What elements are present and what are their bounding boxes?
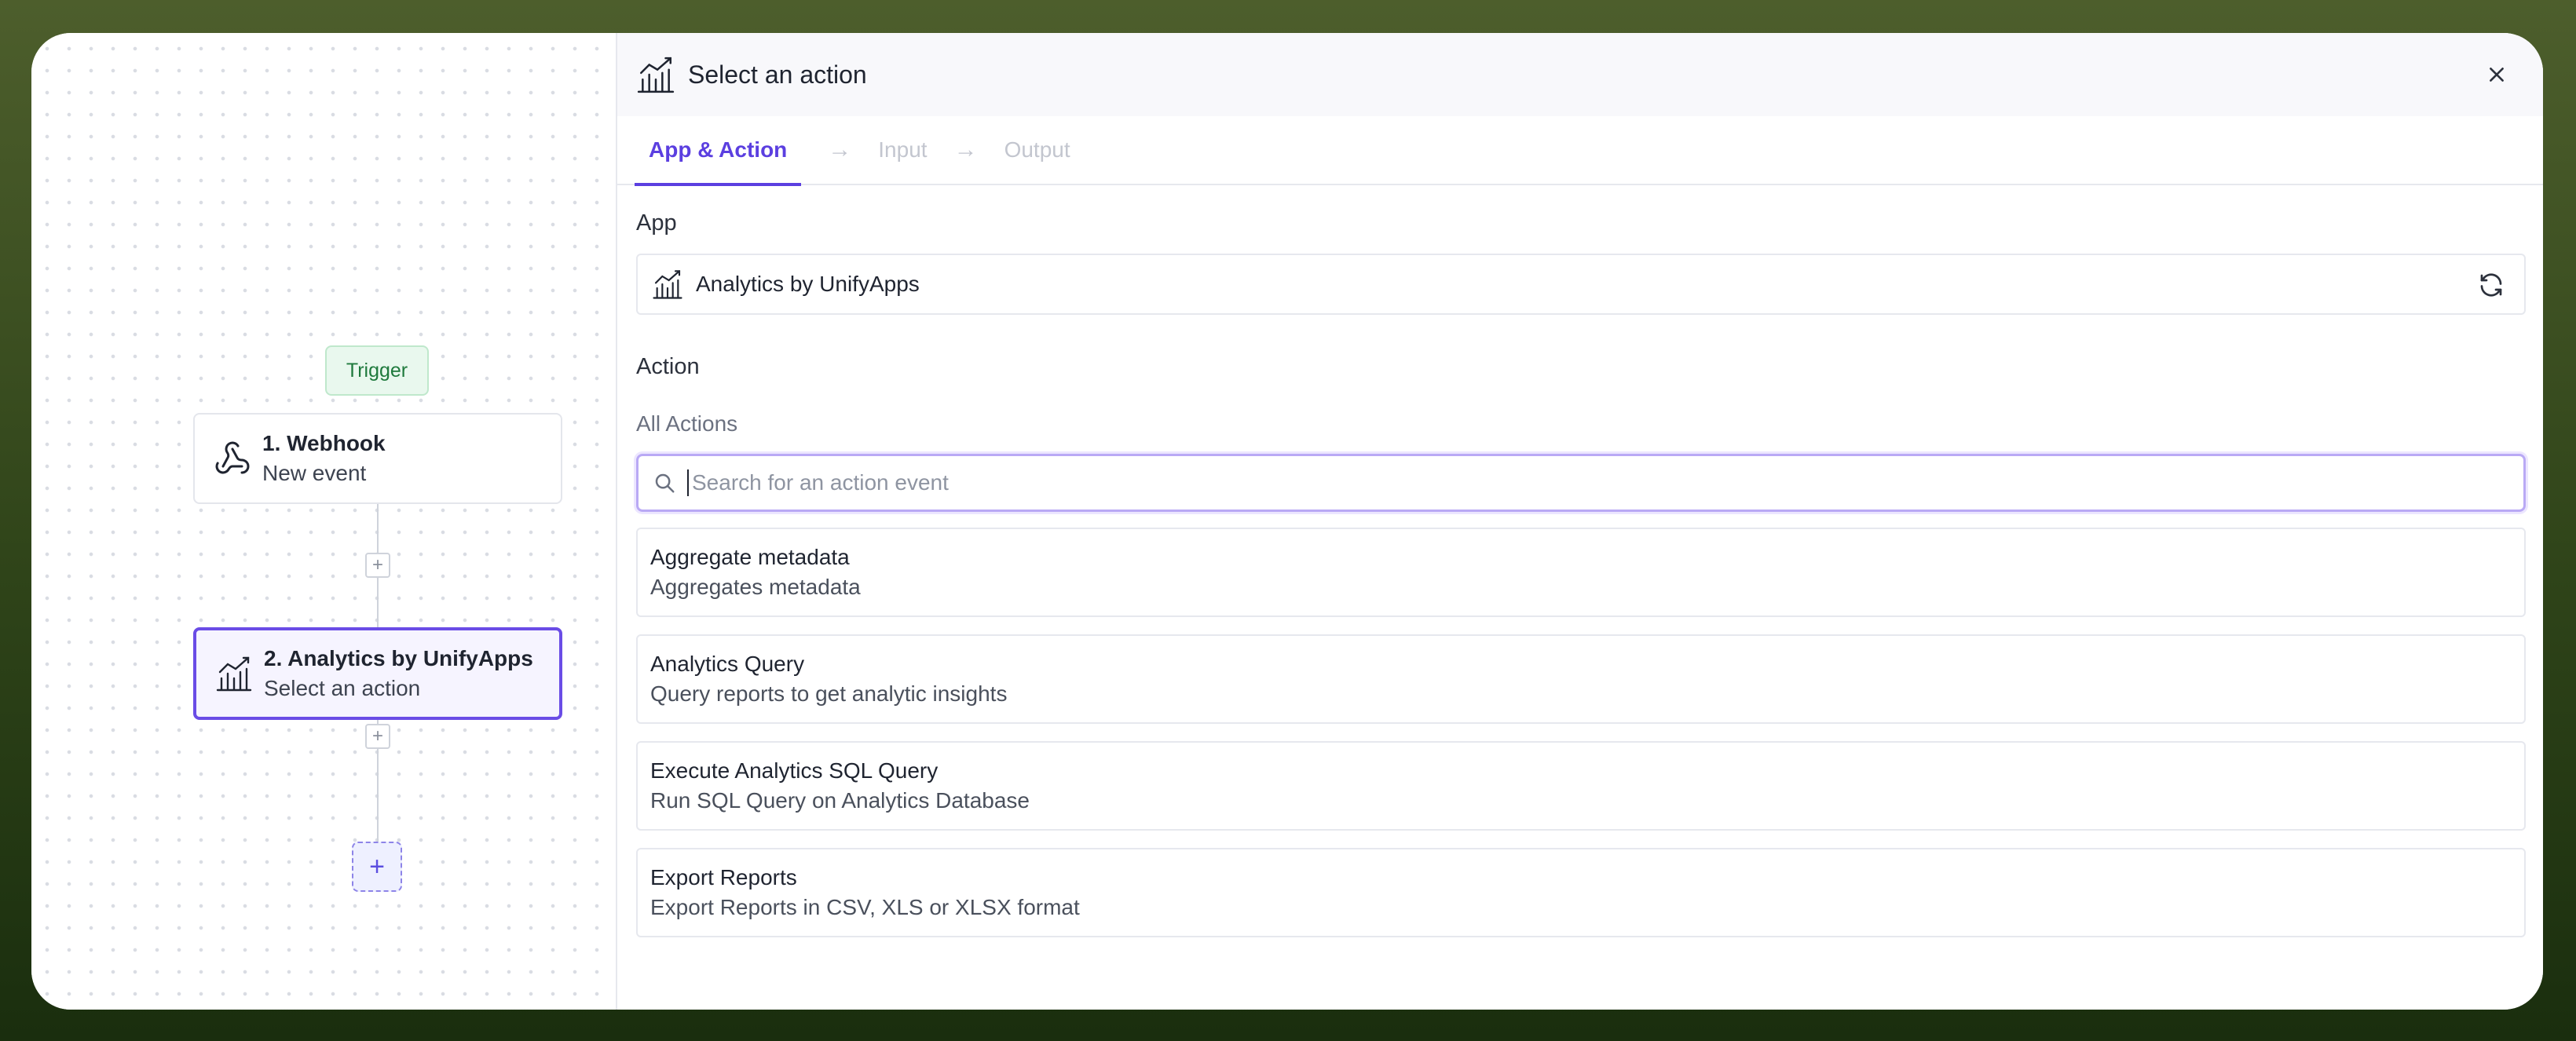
action-item-aggregate-metadata[interactable]: Aggregate metadata Aggregates metadata <box>636 528 2526 617</box>
action-title: Analytics Query <box>650 652 805 676</box>
trigger-badge: Trigger <box>325 345 429 396</box>
panel-header: Select an action <box>617 33 2543 116</box>
action-description: Run SQL Query on Analytics Database <box>650 788 1030 813</box>
node-title: 2. Analytics by UnifyApps <box>264 646 533 670</box>
workflow-node-analytics[interactable]: 2. Analytics by UnifyApps Select an acti… <box>193 627 562 720</box>
close-icon[interactable] <box>2482 60 2512 89</box>
analytics-chart-icon <box>214 653 254 694</box>
arrow-right-icon: → <box>953 137 978 163</box>
app-window: Trigger 1. Webhook New event + 2. Analyt… <box>31 33 2543 1010</box>
workflow-canvas[interactable]: Trigger 1. Webhook New event + 2. Analyt… <box>31 33 617 1010</box>
search-box[interactable] <box>636 454 2526 512</box>
action-item-export-reports[interactable]: Export Reports Export Reports in CSV, XL… <box>636 848 2526 937</box>
action-list: Aggregate metadata Aggregates metadata A… <box>636 528 2526 937</box>
webhook-icon <box>212 438 253 479</box>
app-label: App <box>636 210 677 236</box>
analytics-chart-icon <box>636 55 675 94</box>
action-description: Query reports to get analytic insights <box>650 681 1008 706</box>
search-icon <box>653 471 676 495</box>
panel-content: App Analytics by UnifyApps Action All Ac… <box>617 210 2543 937</box>
action-description: Export Reports in CSV, XLS or XLSX forma… <box>650 895 1080 919</box>
tab-output[interactable]: Output <box>1004 115 1070 184</box>
tab-input[interactable]: Input <box>878 115 927 184</box>
select-action-panel: Select an action App & Action → Input → … <box>617 33 2543 1010</box>
action-item-analytics-query[interactable]: Analytics Query Query reports to get ana… <box>636 634 2526 724</box>
analytics-chart-icon <box>652 268 683 300</box>
refresh-icon[interactable] <box>2477 271 2505 299</box>
all-actions-label: All Actions <box>636 411 738 436</box>
workflow-node-webhook[interactable]: 1. Webhook New event <box>193 413 562 504</box>
node-subtitle: Select an action <box>264 676 421 700</box>
insert-step-button[interactable]: + <box>365 553 390 578</box>
node-subtitle: New event <box>262 461 367 485</box>
action-item-execute-sql-query[interactable]: Execute Analytics SQL Query Run SQL Quer… <box>636 741 2526 831</box>
node-title: 1. Webhook <box>262 431 386 455</box>
panel-title: Select an action <box>688 60 867 89</box>
search-input[interactable] <box>687 469 2523 496</box>
action-title: Export Reports <box>650 865 797 889</box>
arrow-right-icon: → <box>828 137 852 163</box>
tab-app-action[interactable]: App & Action <box>635 115 802 186</box>
step-tabs: App & Action → Input → Output <box>617 115 2543 186</box>
action-title: Execute Analytics SQL Query <box>650 758 939 783</box>
action-title: Aggregate metadata <box>650 545 850 569</box>
action-label: Action <box>636 354 700 379</box>
app-selector[interactable]: Analytics by UnifyApps <box>636 254 2526 315</box>
app-name: Analytics by UnifyApps <box>696 272 920 296</box>
action-description: Aggregates metadata <box>650 575 861 599</box>
add-step-button[interactable]: + <box>352 842 402 892</box>
insert-step-button[interactable]: + <box>365 724 390 749</box>
